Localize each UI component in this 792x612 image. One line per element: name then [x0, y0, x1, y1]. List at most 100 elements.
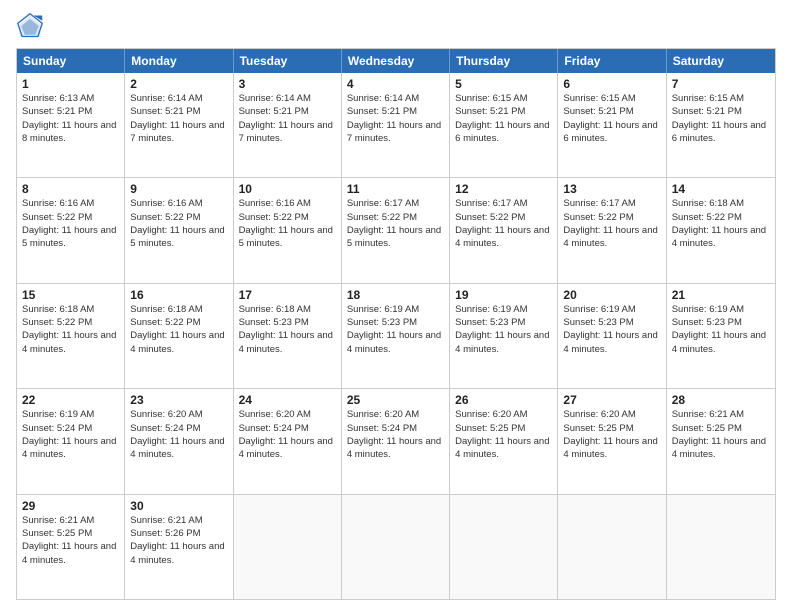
day-number: 10: [239, 182, 336, 196]
sunrise-line: Sunrise: 6:14 AM: [347, 92, 444, 105]
sunset-line: Sunset: 5:24 PM: [22, 422, 119, 435]
cal-header-day-saturday: Saturday: [667, 49, 775, 73]
day-number: 5: [455, 77, 552, 91]
cal-day-cell-14: 14 Sunrise: 6:18 AM Sunset: 5:22 PM Dayl…: [667, 178, 775, 282]
day-number: 25: [347, 393, 444, 407]
sunset-line: Sunset: 5:21 PM: [239, 105, 336, 118]
sunset-line: Sunset: 5:23 PM: [239, 316, 336, 329]
cal-day-cell-21: 21 Sunrise: 6:19 AM Sunset: 5:23 PM Dayl…: [667, 284, 775, 388]
daylight-label: Daylight: 11 hours and 5 minutes.: [130, 224, 227, 251]
cal-day-cell-10: 10 Sunrise: 6:16 AM Sunset: 5:22 PM Dayl…: [234, 178, 342, 282]
sunrise-line: Sunrise: 6:19 AM: [22, 408, 119, 421]
daylight-label: Daylight: 11 hours and 4 minutes.: [672, 329, 770, 356]
daylight-label: Daylight: 11 hours and 4 minutes.: [130, 435, 227, 462]
daylight-label: Daylight: 11 hours and 4 minutes.: [672, 435, 770, 462]
cal-empty-cell: [234, 495, 342, 599]
day-number: 27: [563, 393, 660, 407]
daylight-label: Daylight: 11 hours and 8 minutes.: [22, 119, 119, 146]
cal-day-cell-18: 18 Sunrise: 6:19 AM Sunset: 5:23 PM Dayl…: [342, 284, 450, 388]
daylight-label: Daylight: 11 hours and 4 minutes.: [347, 329, 444, 356]
daylight-label: Daylight: 11 hours and 4 minutes.: [130, 329, 227, 356]
day-number: 29: [22, 499, 119, 513]
daylight-label: Daylight: 11 hours and 6 minutes.: [455, 119, 552, 146]
cal-day-cell-29: 29 Sunrise: 6:21 AM Sunset: 5:25 PM Dayl…: [17, 495, 125, 599]
cal-day-cell-23: 23 Sunrise: 6:20 AM Sunset: 5:24 PM Dayl…: [125, 389, 233, 493]
sunrise-line: Sunrise: 6:20 AM: [130, 408, 227, 421]
daylight-label: Daylight: 11 hours and 4 minutes.: [672, 224, 770, 251]
sunset-line: Sunset: 5:24 PM: [239, 422, 336, 435]
sunrise-line: Sunrise: 6:20 AM: [455, 408, 552, 421]
daylight-label: Daylight: 11 hours and 4 minutes.: [239, 435, 336, 462]
sunset-line: Sunset: 5:21 PM: [672, 105, 770, 118]
cal-day-cell-1: 1 Sunrise: 6:13 AM Sunset: 5:21 PM Dayli…: [17, 73, 125, 177]
cal-day-cell-22: 22 Sunrise: 6:19 AM Sunset: 5:24 PM Dayl…: [17, 389, 125, 493]
daylight-label: Daylight: 11 hours and 4 minutes.: [563, 329, 660, 356]
sunrise-line: Sunrise: 6:19 AM: [563, 303, 660, 316]
daylight-label: Daylight: 11 hours and 6 minutes.: [672, 119, 770, 146]
daylight-label: Daylight: 11 hours and 6 minutes.: [563, 119, 660, 146]
sunset-line: Sunset: 5:22 PM: [563, 211, 660, 224]
sunrise-line: Sunrise: 6:15 AM: [672, 92, 770, 105]
cal-day-cell-19: 19 Sunrise: 6:19 AM Sunset: 5:23 PM Dayl…: [450, 284, 558, 388]
cal-day-cell-6: 6 Sunrise: 6:15 AM Sunset: 5:21 PM Dayli…: [558, 73, 666, 177]
sunrise-line: Sunrise: 6:18 AM: [130, 303, 227, 316]
cal-day-cell-26: 26 Sunrise: 6:20 AM Sunset: 5:25 PM Dayl…: [450, 389, 558, 493]
day-number: 2: [130, 77, 227, 91]
calendar-body: 1 Sunrise: 6:13 AM Sunset: 5:21 PM Dayli…: [17, 73, 775, 599]
daylight-label: Daylight: 11 hours and 5 minutes.: [22, 224, 119, 251]
daylight-label: Daylight: 11 hours and 4 minutes.: [22, 435, 119, 462]
daylight-label: Daylight: 11 hours and 4 minutes.: [22, 540, 119, 567]
sunset-line: Sunset: 5:22 PM: [22, 211, 119, 224]
cal-empty-cell: [558, 495, 666, 599]
sunset-line: Sunset: 5:24 PM: [347, 422, 444, 435]
day-number: 8: [22, 182, 119, 196]
cal-day-cell-12: 12 Sunrise: 6:17 AM Sunset: 5:22 PM Dayl…: [450, 178, 558, 282]
cal-day-cell-27: 27 Sunrise: 6:20 AM Sunset: 5:25 PM Dayl…: [558, 389, 666, 493]
cal-day-cell-4: 4 Sunrise: 6:14 AM Sunset: 5:21 PM Dayli…: [342, 73, 450, 177]
cal-empty-cell: [342, 495, 450, 599]
sunset-line: Sunset: 5:24 PM: [130, 422, 227, 435]
cal-day-cell-28: 28 Sunrise: 6:21 AM Sunset: 5:25 PM Dayl…: [667, 389, 775, 493]
cal-week-row-1: 1 Sunrise: 6:13 AM Sunset: 5:21 PM Dayli…: [17, 73, 775, 178]
day-number: 24: [239, 393, 336, 407]
day-number: 28: [672, 393, 770, 407]
sunrise-line: Sunrise: 6:20 AM: [239, 408, 336, 421]
cal-day-cell-24: 24 Sunrise: 6:20 AM Sunset: 5:24 PM Dayl…: [234, 389, 342, 493]
cal-week-row-5: 29 Sunrise: 6:21 AM Sunset: 5:25 PM Dayl…: [17, 495, 775, 599]
sunset-line: Sunset: 5:23 PM: [563, 316, 660, 329]
day-number: 1: [22, 77, 119, 91]
sunrise-line: Sunrise: 6:21 AM: [672, 408, 770, 421]
day-number: 23: [130, 393, 227, 407]
sunrise-line: Sunrise: 6:20 AM: [563, 408, 660, 421]
sunrise-line: Sunrise: 6:17 AM: [455, 197, 552, 210]
sunset-line: Sunset: 5:26 PM: [130, 527, 227, 540]
day-number: 4: [347, 77, 444, 91]
sunset-line: Sunset: 5:23 PM: [455, 316, 552, 329]
sunrise-line: Sunrise: 6:18 AM: [239, 303, 336, 316]
day-number: 18: [347, 288, 444, 302]
sunset-line: Sunset: 5:21 PM: [347, 105, 444, 118]
cal-week-row-2: 8 Sunrise: 6:16 AM Sunset: 5:22 PM Dayli…: [17, 178, 775, 283]
cal-empty-cell: [667, 495, 775, 599]
cal-day-cell-30: 30 Sunrise: 6:21 AM Sunset: 5:26 PM Dayl…: [125, 495, 233, 599]
sunrise-line: Sunrise: 6:16 AM: [239, 197, 336, 210]
cal-day-cell-13: 13 Sunrise: 6:17 AM Sunset: 5:22 PM Dayl…: [558, 178, 666, 282]
calendar: SundayMondayTuesdayWednesdayThursdayFrid…: [16, 48, 776, 600]
sunrise-line: Sunrise: 6:16 AM: [130, 197, 227, 210]
cal-header-day-sunday: Sunday: [17, 49, 125, 73]
cal-week-row-4: 22 Sunrise: 6:19 AM Sunset: 5:24 PM Dayl…: [17, 389, 775, 494]
daylight-label: Daylight: 11 hours and 5 minutes.: [347, 224, 444, 251]
sunrise-line: Sunrise: 6:14 AM: [130, 92, 227, 105]
day-number: 17: [239, 288, 336, 302]
cal-day-cell-17: 17 Sunrise: 6:18 AM Sunset: 5:23 PM Dayl…: [234, 284, 342, 388]
daylight-label: Daylight: 11 hours and 4 minutes.: [130, 540, 227, 567]
sunrise-line: Sunrise: 6:14 AM: [239, 92, 336, 105]
sunset-line: Sunset: 5:25 PM: [672, 422, 770, 435]
day-number: 3: [239, 77, 336, 91]
sunrise-line: Sunrise: 6:18 AM: [672, 197, 770, 210]
cal-day-cell-11: 11 Sunrise: 6:17 AM Sunset: 5:22 PM Dayl…: [342, 178, 450, 282]
day-number: 21: [672, 288, 770, 302]
sunrise-line: Sunrise: 6:15 AM: [563, 92, 660, 105]
daylight-label: Daylight: 11 hours and 4 minutes.: [563, 435, 660, 462]
calendar-header: SundayMondayTuesdayWednesdayThursdayFrid…: [17, 49, 775, 73]
